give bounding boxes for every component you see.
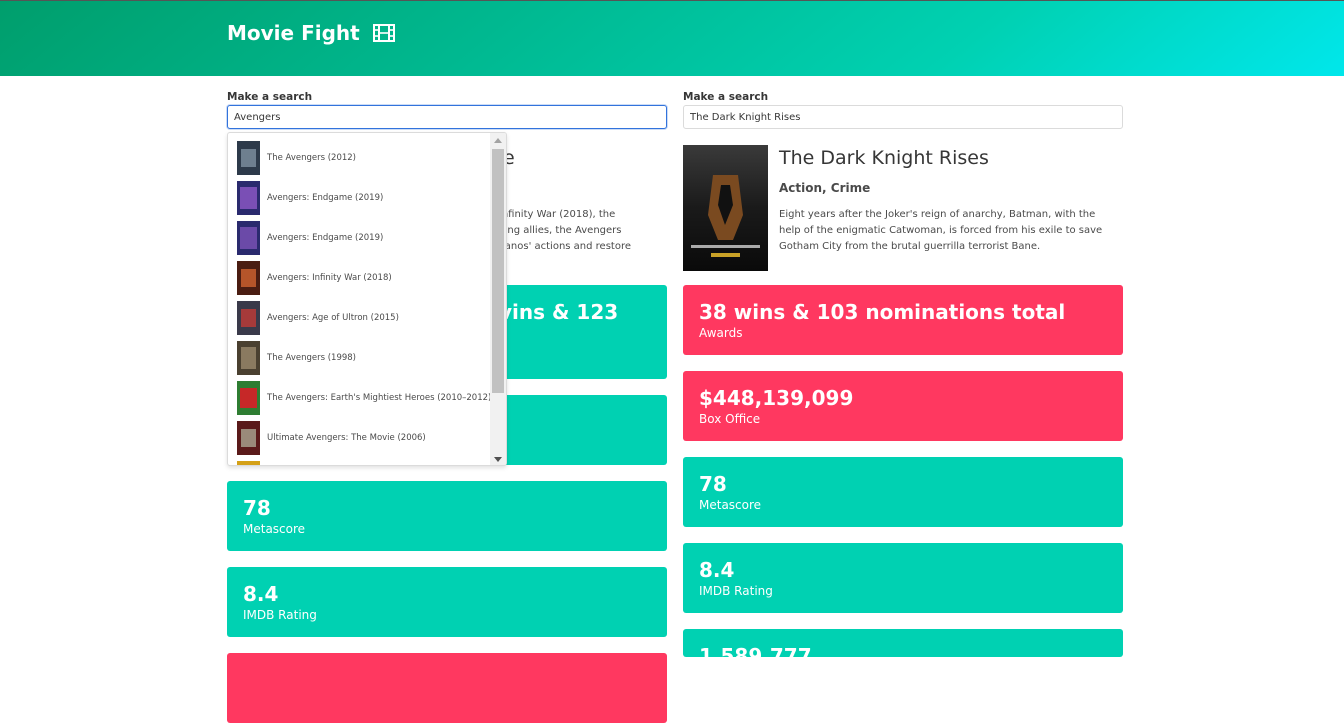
plot-line: naining allies, the Avengers: [483, 225, 622, 236]
stat-value: 78: [243, 496, 271, 520]
hero-header: Movie Fight: [0, 0, 1344, 76]
dropdown-item[interactable]: The Avengers: Earth's Mightiest Heroes (…: [237, 381, 491, 415]
dropdown-scrollbar[interactable]: [490, 133, 506, 465]
right-movie-title: The Dark Knight Rises: [779, 147, 989, 169]
poster-thumbnail: [237, 301, 260, 335]
stat-label: Metascore: [243, 522, 306, 536]
poster-thumbnail: [237, 181, 260, 215]
left-movie-plot: rs: Infinity War (2018), the naining all…: [483, 207, 673, 255]
right-box-office-card: $448,139,099 Box Office: [683, 371, 1123, 441]
left-search-input[interactable]: [227, 105, 667, 129]
scroll-thumb[interactable]: [492, 149, 504, 393]
right-search-label: Make a search: [683, 91, 769, 103]
left-metascore-card: 78 Metascore: [227, 481, 667, 551]
poster-thumbnail: [237, 141, 260, 175]
right-movie-summary: The Dark Knight Rises Action, Crime Eigh…: [683, 145, 1123, 273]
right-awards-card: 38 wins & 103 nominations total Awards: [683, 285, 1123, 355]
dropdown-item-label: Ultimate Avengers: The Movie (2006): [267, 433, 426, 443]
right-imdb-rating-card: 8.4 IMDB Rating: [683, 543, 1123, 613]
left-imdb-rating-card: 8.4 IMDB Rating: [227, 567, 667, 637]
stat-value: 8.4: [699, 558, 735, 582]
scroll-down-arrow-icon[interactable]: [494, 457, 502, 462]
left-search-label: Make a search: [227, 91, 313, 103]
app-title: Movie Fight: [227, 21, 395, 45]
search-results-dropdown[interactable]: The Avengers (2012) Avengers: Endgame (2…: [227, 132, 507, 466]
dropdown-item-label: The Avengers: Earth's Mightiest Heroes (…: [267, 393, 492, 403]
left-votes-card: [227, 653, 667, 723]
stat-label: Metascore: [699, 498, 762, 512]
poster-thumbnail: [237, 421, 260, 455]
stat-label: IMDB Rating: [699, 584, 773, 598]
stat-label: Awards: [699, 326, 743, 340]
stat-value: 1,589,777: [699, 644, 812, 657]
dropdown-item-label: Avengers: Age of Ultron (2015): [267, 313, 399, 323]
film-icon: [372, 24, 395, 42]
stat-value: $448,139,099: [699, 386, 854, 410]
poster-thumbnail: [237, 341, 260, 375]
plot-line: rs: Infinity War (2018), the: [483, 209, 616, 220]
dropdown-item-label: Avengers: Endgame (2019): [267, 193, 384, 203]
right-movie-plot: Eight years after the Joker's reign of a…: [779, 209, 1103, 252]
poster-thumbnail: [237, 221, 260, 255]
plot-line: e Thanos' actions and restore: [483, 241, 631, 252]
dropdown-item[interactable]: Ultimate Avengers: The Movie (2006): [237, 421, 426, 455]
right-column: Make a search The Dark Knight Rises Acti…: [683, 90, 1123, 273]
poster-thumbnail: [237, 461, 260, 465]
stat-label: Box Office: [699, 412, 761, 426]
poster-thumbnail: [237, 381, 260, 415]
scroll-up-arrow-icon[interactable]: [494, 138, 502, 143]
dropdown-item[interactable]: Avengers: Infinity War (2018): [237, 261, 392, 295]
dropdown-item-label: The Avengers (2012): [267, 153, 356, 163]
dropdown-item[interactable]: Avengers: Endgame (2019): [237, 181, 383, 215]
dropdown-item[interactable]: The Avengers (2012): [237, 141, 356, 175]
right-votes-card: 1,589,777: [683, 629, 1123, 657]
dropdown-item[interactable]: Avengers: Age of Ultron (2015): [237, 301, 399, 335]
stat-value: 8.4: [243, 582, 279, 606]
dropdown-item-label: The Avengers (1998): [267, 353, 356, 363]
stat-value: 78: [699, 472, 727, 496]
dropdown-item[interactable]: [237, 461, 267, 465]
dropdown-item[interactable]: Avengers: Endgame (2019): [237, 221, 383, 255]
movie-poster: [683, 145, 768, 271]
stat-value: 38 wins & 103 nominations total: [699, 300, 1066, 324]
right-movie-genre: Action, Crime: [779, 181, 871, 195]
stat-label: IMDB Rating: [243, 608, 317, 622]
right-search-input[interactable]: [683, 105, 1123, 129]
dropdown-item-label: Avengers: Infinity War (2018): [267, 273, 392, 283]
dropdown-item-label: Avengers: Endgame (2019): [267, 233, 384, 243]
poster-thumbnail: [237, 261, 260, 295]
right-metascore-card: 78 Metascore: [683, 457, 1123, 527]
app-title-text: Movie Fight: [227, 21, 360, 45]
dropdown-item[interactable]: The Avengers (1998): [237, 341, 356, 375]
